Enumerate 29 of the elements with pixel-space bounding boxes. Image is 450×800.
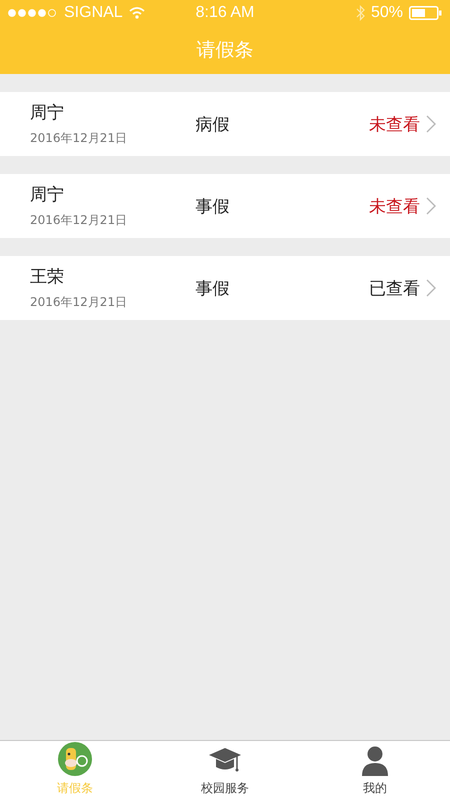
battery-icon (409, 6, 442, 20)
leave-date: 2016年12月21日 (30, 294, 128, 311)
leave-row[interactable]: 王荣 2016年12月21日 事假 已查看 (0, 256, 450, 320)
person-icon (361, 746, 389, 776)
leave-row[interactable]: 周宁 2016年12月21日 病假 未查看 (0, 92, 450, 156)
view-status: 未查看 (368, 196, 420, 218)
signal-icon (8, 9, 58, 17)
student-name: 周宁 (30, 102, 64, 124)
tab-item[interactable]: 校园服务 (150, 741, 300, 800)
status-time: 8:16 AM (196, 4, 254, 22)
leave-date: 2016年12月21日 (30, 212, 128, 229)
wifi-icon (128, 7, 145, 19)
view-status: 未查看 (368, 114, 420, 136)
nav-title: 请假条 (196, 38, 254, 63)
bluetooth-icon (356, 5, 365, 21)
chevron-icon (426, 279, 436, 297)
tab-item[interactable]: 我的 (300, 741, 450, 800)
chevron-icon (426, 115, 436, 133)
student-name: 周宁 (30, 184, 64, 206)
leave-date: 2016年12月21日 (30, 130, 128, 147)
leave-type: 事假 (195, 196, 230, 218)
leave-row[interactable]: 周宁 2016年12月21日 事假 未查看 (0, 174, 450, 238)
student-name: 王荣 (30, 266, 64, 288)
leave-type: 事假 (195, 278, 230, 300)
leave-type: 病假 (195, 114, 230, 136)
view-status: 已查看 (368, 278, 420, 300)
battery-percent: 50% (370, 4, 404, 22)
carrier-name: SIGNAL (64, 4, 123, 22)
chevron-icon (426, 197, 436, 215)
